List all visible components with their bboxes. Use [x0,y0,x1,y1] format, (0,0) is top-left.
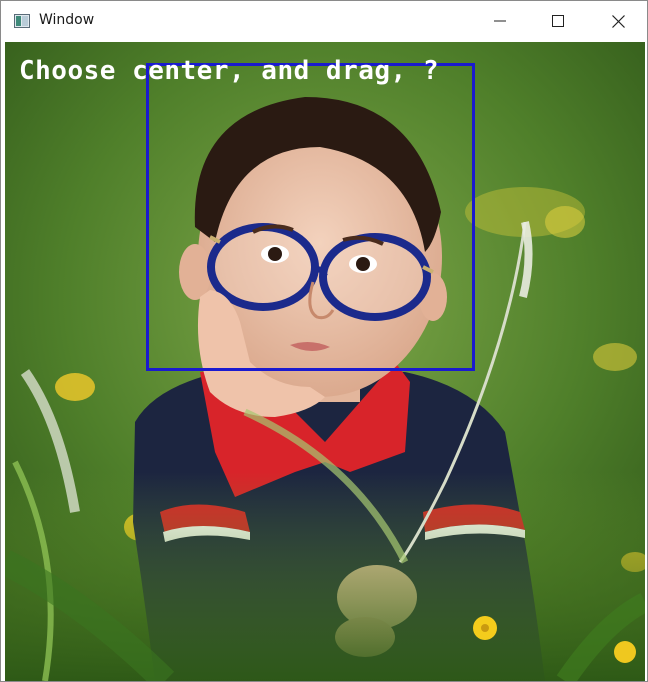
window-title: Window [39,12,95,28]
app-window: Window Choose center, and drag, ? [0,0,648,682]
image-canvas[interactable]: Choose center, and drag, ? [5,42,645,681]
title-bar[interactable]: Window [1,1,647,41]
close-icon [611,14,625,28]
minimize-icon [494,20,506,22]
window-app-icon [14,14,30,28]
instruction-overlay-text: Choose center, and drag, ? [19,56,439,86]
maximize-icon [552,15,564,27]
minimize-button[interactable] [471,1,529,41]
maximize-button[interactable] [529,1,587,41]
selection-rectangle[interactable] [146,63,475,371]
close-button[interactable] [589,1,647,41]
